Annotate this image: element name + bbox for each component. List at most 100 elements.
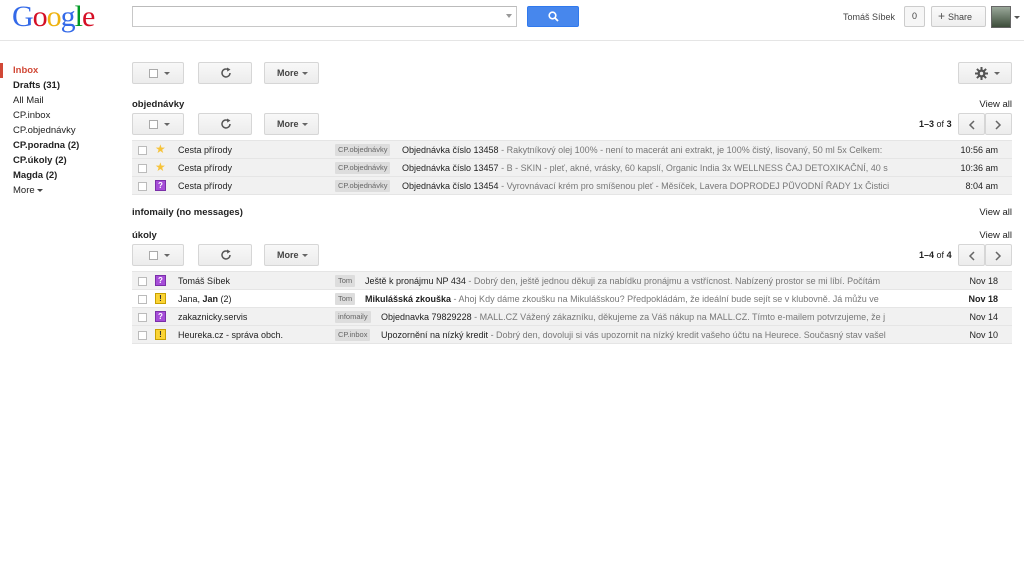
search-input[interactable]: [133, 7, 503, 26]
subject: Objednávka číslo 13457: [402, 163, 499, 173]
row-checkbox[interactable]: [138, 146, 147, 155]
sidebar: Inbox Drafts (31) All Mail CP.inbox CP.o…: [0, 63, 120, 198]
more-label: More: [277, 250, 299, 260]
table-row[interactable]: ★ Cesta přírody CP.objednávky Objednávka…: [132, 159, 1012, 177]
purple-question-icon[interactable]: ?: [155, 275, 166, 286]
view-all-link[interactable]: View all: [979, 207, 1012, 218]
more-button[interactable]: More: [264, 62, 319, 84]
table-row[interactable]: ! Jana, Jan (2) Tom Mikulášská zkouška -…: [132, 290, 1012, 308]
logo-letter: l: [74, 0, 83, 33]
sidebar-item-cp-objednavky[interactable]: CP.objednávky: [0, 123, 120, 138]
view-all-link[interactable]: View all: [979, 230, 1012, 241]
share-label: Share: [948, 12, 973, 22]
sender: zakaznicky.servis: [178, 312, 248, 322]
mail-list-ukoly: ? Tomáš Síbek Tom Ještě k pronájmu NP 43…: [132, 271, 1012, 344]
date: 10:36 am: [960, 163, 998, 173]
subject-line: Mikulášská zkouška - Ahoj Kdy dáme zkouš…: [365, 294, 885, 304]
date: 8:04 am: [965, 181, 998, 191]
more-label: More: [277, 119, 299, 129]
next-page-button[interactable]: [985, 244, 1012, 266]
checkbox-icon: [149, 69, 158, 78]
checkbox-icon: [149, 251, 158, 260]
chevron-down-icon: [994, 72, 1000, 75]
pager-of: of: [936, 119, 945, 129]
date: Nov 10: [969, 330, 998, 340]
sidebar-item-more[interactable]: More: [0, 183, 120, 198]
subject-line: Objednavka 79829228 - MALL.CZ Vážený zák…: [381, 312, 901, 322]
sidebar-item-all-mail[interactable]: All Mail: [0, 93, 120, 108]
row-checkbox[interactable]: [138, 313, 147, 322]
row-checkbox[interactable]: [138, 164, 147, 173]
avatar[interactable]: [991, 6, 1011, 28]
yellow-exclamation-icon[interactable]: !: [155, 293, 166, 304]
table-row[interactable]: ? Tomáš Síbek Tom Ještě k pronájmu NP 43…: [132, 272, 1012, 290]
chevron-left-icon: [968, 251, 975, 261]
sidebar-item-inbox[interactable]: Inbox: [0, 63, 120, 78]
gear-icon: [975, 67, 988, 80]
more-button[interactable]: More: [264, 113, 319, 135]
select-checkbox-button[interactable]: [132, 113, 184, 135]
prev-page-button[interactable]: [958, 113, 985, 135]
refresh-icon: [221, 67, 231, 78]
sidebar-item-cp-ukoly[interactable]: CP.úkoly (2): [0, 153, 120, 168]
sidebar-item-magda[interactable]: Magda (2): [0, 168, 120, 183]
prev-page-button[interactable]: [958, 244, 985, 266]
view-all-link[interactable]: View all: [979, 99, 1012, 110]
section-title-infomaily[interactable]: infomaily (no messages): [132, 207, 243, 218]
sidebar-item-drafts[interactable]: Drafts (31): [0, 78, 120, 93]
section-title-ukoly[interactable]: úkoly: [132, 230, 157, 241]
star-icon[interactable]: ★: [155, 143, 166, 155]
select-all-checkbox-button[interactable]: [132, 62, 184, 84]
label-badge[interactable]: CP.objednávky: [335, 144, 391, 156]
search-button[interactable]: [527, 6, 579, 27]
account-caret-icon[interactable]: [1014, 16, 1020, 19]
sidebar-item-cp-inbox[interactable]: CP.inbox: [0, 108, 120, 123]
label-badge[interactable]: CP.objednávky: [335, 162, 391, 174]
share-button[interactable]: + Share: [931, 6, 986, 27]
snippet: - MALL.CZ Vážený zákazníku, děkujeme za …: [471, 312, 886, 322]
sidebar-more-label: More: [13, 185, 35, 196]
label-badge[interactable]: CP.objednávky: [335, 180, 391, 192]
table-row[interactable]: ! Heureka.cz - správa obch. CP.inbox Upo…: [132, 326, 1012, 344]
search-icon: [548, 11, 559, 22]
subject: Ještě k pronájmu NP 434: [365, 276, 466, 286]
logo-letter: e: [82, 0, 95, 33]
snippet: - Ahoj Kdy dáme zkoušku na Mikulášskou? …: [451, 294, 879, 304]
sidebar-item-cp-poradna[interactable]: CP.poradna (2): [0, 138, 120, 153]
refresh-icon: [221, 118, 231, 129]
row-checkbox[interactable]: [138, 277, 147, 286]
label-badge[interactable]: Tom: [335, 293, 356, 305]
purple-question-icon[interactable]: ?: [155, 180, 166, 191]
label-badge[interactable]: infomaily: [335, 311, 371, 323]
star-icon[interactable]: ★: [155, 161, 166, 173]
select-checkbox-button[interactable]: [132, 244, 184, 266]
label-badge[interactable]: Tom: [335, 275, 356, 287]
sender-name: Jana,: [178, 294, 203, 304]
sender: Tomáš Síbek: [178, 276, 231, 286]
more-button[interactable]: More: [264, 244, 319, 266]
sender: Jana, Jan (2): [178, 294, 328, 304]
plus-icon: +: [938, 9, 946, 23]
refresh-button[interactable]: [198, 113, 252, 135]
label-badge[interactable]: CP.inbox: [335, 329, 371, 341]
section-title-objednavky[interactable]: objednávky: [132, 99, 184, 110]
table-row[interactable]: ? Cesta přírody CP.objednávky Objednávka…: [132, 177, 1012, 195]
purple-question-icon[interactable]: ?: [155, 311, 166, 322]
logo-letter: G: [12, 0, 34, 33]
table-row[interactable]: ★ Cesta přírody CP.objednávky Objednávka…: [132, 141, 1012, 159]
search-options-caret-icon[interactable]: [506, 14, 512, 18]
subject: Upozornění na nízký kredit: [381, 330, 489, 340]
notification-count[interactable]: 0: [904, 6, 925, 27]
yellow-exclamation-icon[interactable]: !: [155, 329, 166, 340]
google-logo[interactable]: Google: [12, 0, 95, 34]
row-checkbox[interactable]: [138, 331, 147, 340]
row-checkbox[interactable]: [138, 295, 147, 304]
row-checkbox[interactable]: [138, 182, 147, 191]
table-row[interactable]: ? zakaznicky.servis infomaily Objednavka…: [132, 308, 1012, 326]
next-page-button[interactable]: [985, 113, 1012, 135]
user-name[interactable]: Tomáš Síbek: [843, 12, 895, 22]
subject-line: Objednávka číslo 13454 - Vyrovnávací kré…: [402, 181, 922, 191]
refresh-button[interactable]: [198, 244, 252, 266]
settings-button[interactable]: [958, 62, 1012, 84]
refresh-button[interactable]: [198, 62, 252, 84]
